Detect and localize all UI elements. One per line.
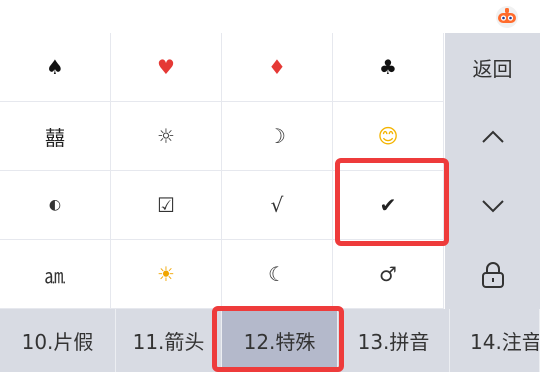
symbol-key-square-root[interactable]: √ xyxy=(222,171,333,240)
lock-button[interactable] xyxy=(445,240,540,309)
symbol-key-checked-box[interactable]: ☑ xyxy=(111,171,222,240)
symbol-key-male[interactable]: ♂ xyxy=(333,240,444,309)
tab-label: 13.拼音 xyxy=(357,330,430,354)
tab-label: 14.注音 xyxy=(470,330,540,354)
tab-label: 12.特殊 xyxy=(243,330,316,354)
tab-zhuyin[interactable]: 14.注音 xyxy=(450,309,540,372)
symbol-key-am[interactable]: ㏂ xyxy=(0,240,111,309)
symbol-check-mark: ✔ xyxy=(379,193,397,217)
page-down-button[interactable] xyxy=(445,171,540,240)
back-label: 返回 xyxy=(472,57,513,81)
tab-arrows[interactable]: 11.箭头 xyxy=(116,309,222,372)
top-bar xyxy=(0,0,540,33)
category-tabs: 10.片假 11.箭头 12.特殊 13.拼音 14.注音 xyxy=(0,309,540,372)
robot-avatar-icon[interactable] xyxy=(494,5,520,29)
tab-label: 11.箭头 xyxy=(132,330,205,354)
symbol-sun: ☀ xyxy=(157,262,175,286)
symbol-key-diamond[interactable]: ♦ xyxy=(222,33,333,102)
symbol-spade: ♠ xyxy=(46,55,64,79)
tab-label: 10.片假 xyxy=(21,330,94,354)
symbol-diamond: ♦ xyxy=(268,55,286,79)
symbol-male: ♂ xyxy=(379,262,397,286)
back-button[interactable]: 返回 xyxy=(445,33,540,102)
symbol-last-quarter-moon: ☾ xyxy=(268,262,286,286)
side-panel: 返回 xyxy=(445,33,540,309)
symbol-am: ㏂ xyxy=(45,263,65,288)
page-up-button[interactable] xyxy=(445,102,540,171)
symbol-key-smiley[interactable]: 😊 xyxy=(333,102,444,171)
tab-special[interactable]: 12.特殊 xyxy=(222,309,338,372)
tab-katakana[interactable]: 10.片假 xyxy=(0,309,116,372)
symbol-heart: ♥ xyxy=(157,55,175,79)
tab-pinyin[interactable]: 13.拼音 xyxy=(338,309,450,372)
lock-icon xyxy=(481,261,504,288)
symbol-key-half-circle[interactable]: ◐ xyxy=(0,171,111,240)
symbol-smiley: 😊 xyxy=(377,124,399,148)
symbol-key-double-happiness[interactable]: 囍 xyxy=(0,102,111,171)
symbol-square-root: √ xyxy=(270,193,284,217)
symbol-double-happiness: 囍 xyxy=(45,125,65,150)
symbol-key-heart[interactable]: ♥ xyxy=(111,33,222,102)
symbol-first-quarter-moon: ☽ xyxy=(268,124,286,148)
symbol-grid: ♠ ♥ ♦ ♣ 囍 ☼ ☽ 😊 ◐ ☑ √ ✔ ㏂ ☀ ☾ ♂ xyxy=(0,33,445,309)
symbol-key-sun-outline[interactable]: ☼ xyxy=(111,102,222,171)
chevron-down-icon xyxy=(481,199,504,212)
symbol-key-check-mark[interactable]: ✔ xyxy=(333,171,444,240)
symbol-key-spade[interactable]: ♠ xyxy=(0,33,111,102)
symbol-key-last-quarter-moon[interactable]: ☾ xyxy=(222,240,333,309)
symbol-key-club[interactable]: ♣ xyxy=(333,33,444,102)
chevron-up-icon xyxy=(481,130,504,143)
symbol-half-circle: ◐ xyxy=(48,197,62,213)
symbol-checked-box: ☑ xyxy=(157,193,175,217)
symbol-key-first-quarter-moon[interactable]: ☽ xyxy=(222,102,333,171)
symbol-key-sun[interactable]: ☀ xyxy=(111,240,222,309)
symbol-club: ♣ xyxy=(379,55,397,79)
symbol-sun-outline: ☼ xyxy=(157,124,175,148)
